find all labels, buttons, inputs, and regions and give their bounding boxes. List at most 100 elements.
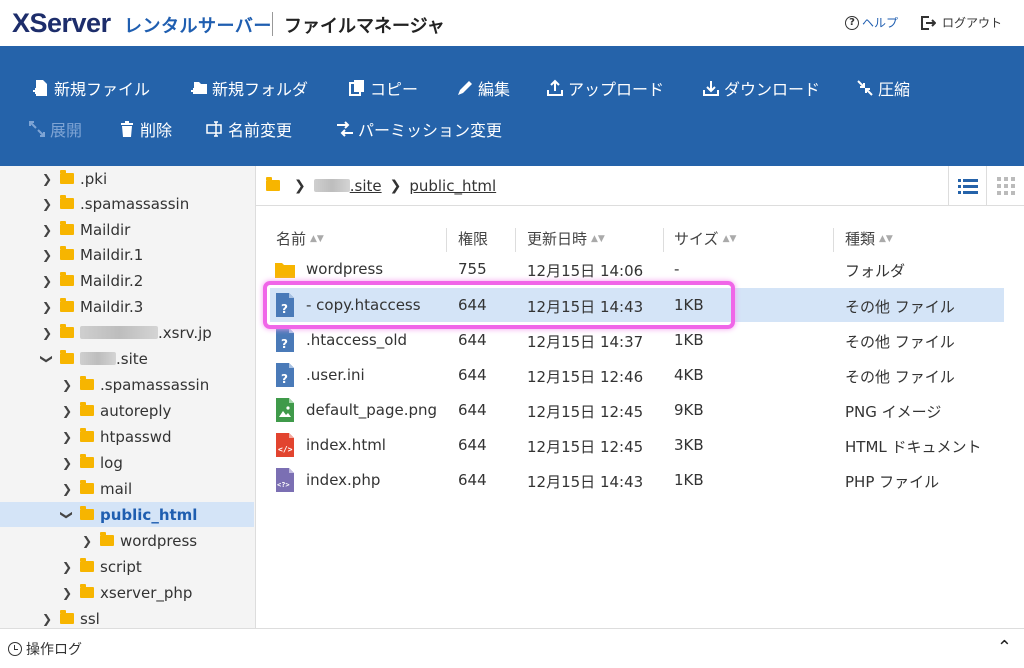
column-header-permission[interactable]: 権限: [458, 228, 488, 249]
chevron-right-icon[interactable]: ❯: [40, 274, 54, 288]
rename-button[interactable]: 名前変更: [206, 117, 292, 141]
chevron-down-icon[interactable]: ❯: [60, 508, 74, 522]
logo-subtitle: レンタルサーバー: [124, 16, 272, 37]
svg-text:?: ?: [281, 372, 288, 386]
svg-text:</>: </>: [278, 445, 293, 454]
folder-icon: [80, 454, 94, 468]
top-header: XServer レンタルサーバー ファイルマネージャ ? ヘルプ ログアウト: [0, 0, 1024, 46]
column-header-date[interactable]: 更新日時 ▲▼: [527, 228, 605, 249]
chevron-right-icon[interactable]: ❯: [60, 456, 74, 470]
list-view-button[interactable]: [948, 166, 986, 206]
tree-item-script[interactable]: ❯ script: [60, 554, 142, 579]
tree-item-xserver-php[interactable]: ❯ xserver_php: [60, 580, 192, 605]
chevron-right-icon[interactable]: ❯: [60, 404, 74, 418]
chevron-right-icon[interactable]: ❯: [60, 586, 74, 600]
edit-button[interactable]: 編集: [456, 76, 510, 100]
chevron-up-icon[interactable]: ⌃: [997, 637, 1012, 658]
tree-item-spamassassin[interactable]: ❯ .spamassassin: [40, 191, 189, 216]
upload-button[interactable]: アップロード: [546, 76, 664, 100]
table-row[interactable]: ? .htaccess_old 644 12月15日 14:37 1KB その他…: [270, 323, 1004, 357]
chevron-right-icon[interactable]: ❯: [40, 248, 54, 262]
folder-icon: [80, 584, 94, 598]
tree-item-spamassassin-sub[interactable]: ❯ .spamassassin: [60, 372, 209, 397]
trash-icon: [121, 121, 133, 137]
logout-link[interactable]: ログアウト: [920, 14, 1002, 31]
breadcrumb-site[interactable]: .site: [350, 177, 382, 195]
table-row[interactable]: ? - copy.htaccess 644 12月15日 14:43 1KB そ…: [270, 288, 1004, 322]
chevron-right-icon[interactable]: ❯: [60, 430, 74, 444]
tree-item-ssl[interactable]: ❯ ssl: [40, 606, 100, 628]
chevron-right-icon: ❯: [389, 177, 402, 194]
download-icon: [703, 81, 719, 96]
grid-view-button[interactable]: [986, 166, 1024, 206]
sort-icon: ▲▼: [310, 233, 324, 244]
tree-item-htpasswd[interactable]: ❯ htpasswd: [60, 424, 172, 449]
sort-icon: ▲▼: [591, 233, 605, 244]
table-row[interactable]: <?> index.php 644 12月15日 14:43 1KB PHP フ…: [270, 463, 1004, 497]
column-header-size[interactable]: サイズ ▲▼: [674, 228, 736, 249]
chevron-right-icon[interactable]: ❯: [60, 378, 74, 392]
chevron-right-icon[interactable]: ❯: [40, 326, 54, 340]
chevron-right-icon[interactable]: ❯: [40, 300, 54, 314]
tree-item-maildir-1[interactable]: ❯ Maildir.1: [40, 242, 143, 267]
tree-item-maildir-2[interactable]: ❯ Maildir.2: [40, 268, 143, 293]
operation-log-bar[interactable]: 操作ログ ⌃: [0, 628, 1024, 668]
table-header: 名前 ▲▼ 権限 更新日時 ▲▼ サイズ ▲▼ 種類 ▲▼: [256, 228, 1024, 252]
table-row[interactable]: </> index.html 644 12月15日 12:45 3KB HTML…: [270, 428, 1004, 462]
tree-item-mail[interactable]: ❯ mail: [60, 476, 132, 501]
copy-button[interactable]: コピー: [348, 76, 418, 100]
help-link[interactable]: ? ヘルプ: [845, 14, 898, 31]
chevron-right-icon[interactable]: ❯: [40, 223, 54, 237]
chevron-right-icon[interactable]: ❯: [40, 172, 54, 186]
chevron-right-icon[interactable]: ❯: [80, 534, 94, 548]
tree-item-wordpress[interactable]: ❯ wordpress: [80, 528, 197, 553]
breadcrumb-public-html[interactable]: public_html: [409, 177, 496, 195]
chevron-right-icon[interactable]: ❯: [60, 482, 74, 496]
folder-open-icon: [80, 506, 94, 520]
permission-button[interactable]: パーミッション変更: [336, 117, 502, 141]
app-title: ファイルマネージャ: [284, 16, 445, 37]
folder-tree: ❯ .pki ❯ .spamassassin ❯ Maildir ❯ Maildir.1…: [0, 166, 256, 628]
chevron-down-icon[interactable]: ❯: [40, 352, 54, 366]
tree-item-maildir-3[interactable]: ❯ Maildir.3: [40, 294, 143, 319]
tree-item-pki[interactable]: ❯ .pki: [40, 166, 107, 191]
tree-item-public-html[interactable]: ❯ public_html: [0, 502, 254, 527]
image-file-icon: [276, 398, 294, 422]
chevron-right-icon: ❯: [294, 177, 306, 194]
folder-icon: [80, 428, 94, 442]
view-toggle: [948, 166, 1024, 206]
compress-icon: [857, 80, 873, 96]
tree-item-xsrv-domain[interactable]: ❯ .xsrv.jp: [40, 320, 212, 345]
copy-icon: [349, 80, 364, 96]
chevron-right-icon[interactable]: ❯: [60, 560, 74, 574]
folder-icon: [266, 177, 280, 191]
chevron-right-icon[interactable]: ❯: [40, 612, 54, 626]
download-button[interactable]: ダウンロード: [702, 76, 820, 100]
chevron-right-icon[interactable]: ❯: [40, 197, 54, 211]
delete-button[interactable]: 削除: [118, 117, 172, 141]
toolbar: 新規ファイル 新規フォルダ コピー 編集 アップロード ダウンロード 圧縮 展開…: [0, 46, 1024, 166]
clock-icon: [8, 641, 22, 656]
table-row[interactable]: wordpress 755 12月15日 14:06 - フォルダ: [270, 252, 1004, 286]
folder-icon: [100, 532, 114, 546]
header-divider: [272, 12, 273, 36]
redacted-text: [313, 179, 350, 192]
redacted-text: [80, 352, 116, 365]
tree-item-autoreply[interactable]: ❯ autoreply: [60, 398, 171, 423]
table-row[interactable]: default_page.png 644 12月15日 12:45 9KB PN…: [270, 393, 1004, 427]
logout-label: ログアウト: [942, 16, 1003, 30]
compress-button[interactable]: 圧縮: [856, 76, 910, 100]
new-folder-button[interactable]: 新規フォルダ: [190, 76, 308, 100]
extract-button[interactable]: 展開: [28, 117, 82, 141]
table-row[interactable]: ? .user.ini 644 12月15日 12:46 4KB その他 ファイ…: [270, 358, 1004, 392]
tree-item-site-domain[interactable]: ❯ .site: [40, 346, 148, 371]
new-file-button[interactable]: 新規ファイル: [32, 76, 150, 100]
tree-item-maildir[interactable]: ❯ Maildir: [40, 217, 130, 242]
file-list-panel: ❯ .site ❯ public_html 名前 ▲▼ 権限 更新日時 ▲▼ サ…: [256, 166, 1024, 628]
redacted-text: [80, 326, 158, 339]
grid-view-icon: [996, 177, 1015, 195]
column-header-type[interactable]: 種類 ▲▼: [845, 228, 893, 249]
tree-item-log[interactable]: ❯ log: [60, 450, 123, 475]
column-header-name[interactable]: 名前 ▲▼: [276, 228, 324, 249]
svg-text:?: ?: [281, 337, 288, 351]
